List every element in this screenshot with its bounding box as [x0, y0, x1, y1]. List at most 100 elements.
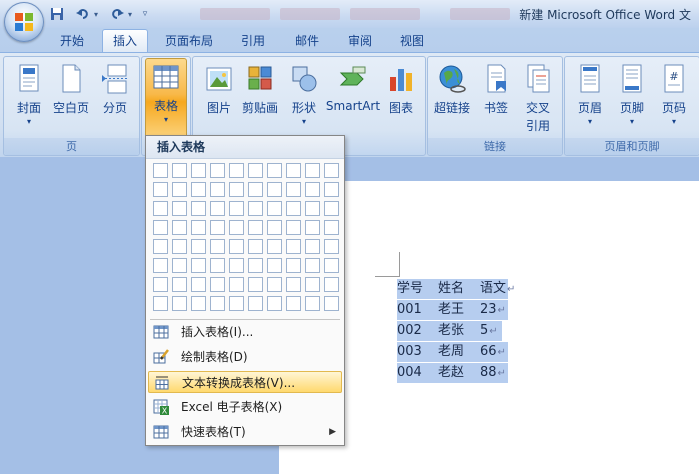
- office-button[interactable]: [4, 2, 44, 42]
- table-grid-cell[interactable]: [305, 163, 320, 178]
- excel-spreadsheet-item[interactable]: X Excel 电子表格(X): [148, 396, 342, 418]
- table-grid-cell[interactable]: [210, 201, 225, 216]
- redo-icon[interactable]: [108, 5, 126, 23]
- table-grid-cell[interactable]: [210, 239, 225, 254]
- table-grid-cell[interactable]: [286, 239, 301, 254]
- tab-home[interactable]: 开始: [50, 31, 94, 52]
- save-icon[interactable]: [48, 5, 66, 23]
- table-grid-cell[interactable]: [191, 258, 206, 273]
- table-grid-cell[interactable]: [267, 258, 282, 273]
- table-grid-cell[interactable]: [305, 182, 320, 197]
- table-grid-cell[interactable]: [229, 239, 244, 254]
- cross-reference-button[interactable]: 交叉 引用: [518, 61, 558, 133]
- table-grid-cell[interactable]: [324, 258, 339, 273]
- selected-text-row[interactable]: 学号 姓名 语文↵: [397, 279, 515, 299]
- table-grid-cell[interactable]: [229, 182, 244, 197]
- table-grid-cell[interactable]: [210, 182, 225, 197]
- selected-text-row[interactable]: 004 老赵 88↵: [397, 363, 508, 383]
- table-grid-cell[interactable]: [172, 182, 187, 197]
- selected-text-row[interactable]: 002 老张 5↵: [397, 321, 502, 341]
- table-grid-cell[interactable]: [153, 220, 168, 235]
- table-grid-cell[interactable]: [324, 239, 339, 254]
- table-grid-cell[interactable]: [267, 163, 282, 178]
- picture-button[interactable]: 图片: [199, 61, 239, 133]
- table-grid-cell[interactable]: [324, 182, 339, 197]
- tab-insert[interactable]: 插入: [102, 29, 149, 53]
- table-grid-cell[interactable]: [172, 239, 187, 254]
- table-grid-cell[interactable]: [248, 182, 263, 197]
- table-grid-cell[interactable]: [210, 277, 225, 292]
- undo-dropdown-icon[interactable]: ▾: [92, 5, 100, 23]
- hyperlink-button[interactable]: 超链接: [432, 61, 472, 133]
- table-button[interactable]: 表格 ▾: [145, 58, 187, 138]
- table-grid-cell[interactable]: [267, 182, 282, 197]
- table-grid-cell[interactable]: [172, 201, 187, 216]
- table-grid-cell[interactable]: [305, 220, 320, 235]
- quick-tables-item[interactable]: 快速表格(T) ▶: [148, 421, 342, 443]
- table-grid-cell[interactable]: [153, 239, 168, 254]
- customize-toolbar-icon[interactable]: ▿: [140, 5, 150, 23]
- redo-dropdown-icon[interactable]: ▾: [126, 5, 134, 23]
- table-grid-cell[interactable]: [305, 201, 320, 216]
- table-grid-cell[interactable]: [191, 220, 206, 235]
- table-grid-cell[interactable]: [229, 220, 244, 235]
- table-grid-cell[interactable]: [248, 220, 263, 235]
- table-size-grid[interactable]: [150, 163, 342, 315]
- table-grid-cell[interactable]: [248, 296, 263, 311]
- table-grid-cell[interactable]: [153, 163, 168, 178]
- table-grid-cell[interactable]: [172, 220, 187, 235]
- tab-references[interactable]: 引用: [231, 31, 275, 52]
- table-grid-cell[interactable]: [324, 296, 339, 311]
- table-grid-cell[interactable]: [172, 277, 187, 292]
- footer-button[interactable]: 页脚 ▾: [612, 61, 652, 133]
- table-grid-cell[interactable]: [324, 277, 339, 292]
- table-grid-cell[interactable]: [191, 182, 206, 197]
- table-grid-cell[interactable]: [172, 163, 187, 178]
- table-grid-cell[interactable]: [172, 258, 187, 273]
- table-grid-cell[interactable]: [267, 201, 282, 216]
- table-grid-cell[interactable]: [305, 296, 320, 311]
- draw-table-item[interactable]: 绘制表格(D): [148, 346, 342, 368]
- table-grid-cell[interactable]: [286, 201, 301, 216]
- table-grid-cell[interactable]: [324, 201, 339, 216]
- table-grid-cell[interactable]: [248, 201, 263, 216]
- selected-text-row[interactable]: 003 老周 66↵: [397, 342, 508, 362]
- table-grid-cell[interactable]: [248, 277, 263, 292]
- table-grid-cell[interactable]: [191, 163, 206, 178]
- clip-art-button[interactable]: 剪贴画: [240, 61, 280, 133]
- table-grid-cell[interactable]: [248, 258, 263, 273]
- tab-view[interactable]: 视图: [390, 31, 434, 52]
- table-grid-cell[interactable]: [267, 296, 282, 311]
- header-button[interactable]: 页眉 ▾: [570, 61, 610, 133]
- tab-review[interactable]: 审阅: [338, 31, 382, 52]
- table-grid-cell[interactable]: [153, 201, 168, 216]
- table-grid-cell[interactable]: [229, 201, 244, 216]
- table-grid-cell[interactable]: [229, 296, 244, 311]
- table-grid-cell[interactable]: [191, 201, 206, 216]
- table-grid-cell[interactable]: [267, 239, 282, 254]
- table-grid-cell[interactable]: [248, 239, 263, 254]
- smartart-button[interactable]: SmartArt: [326, 61, 380, 133]
- insert-table-item[interactable]: 插入表格(I)...: [148, 321, 342, 343]
- shapes-button[interactable]: 形状 ▾: [284, 61, 324, 133]
- table-grid-cell[interactable]: [153, 296, 168, 311]
- table-grid-cell[interactable]: [267, 220, 282, 235]
- table-grid-cell[interactable]: [191, 296, 206, 311]
- table-grid-cell[interactable]: [229, 163, 244, 178]
- table-grid-cell[interactable]: [286, 296, 301, 311]
- table-grid-cell[interactable]: [210, 258, 225, 273]
- table-grid-cell[interactable]: [286, 277, 301, 292]
- page-number-button[interactable]: # 页码 ▾: [654, 61, 694, 133]
- table-grid-cell[interactable]: [286, 258, 301, 273]
- convert-text-to-table-item[interactable]: 文本转换成表格(V)...: [148, 371, 342, 393]
- cover-page-button[interactable]: 封面 ▾: [9, 61, 49, 133]
- table-grid-cell[interactable]: [305, 239, 320, 254]
- table-grid-cell[interactable]: [286, 163, 301, 178]
- table-grid-cell[interactable]: [305, 277, 320, 292]
- page-break-button[interactable]: 分页: [95, 61, 135, 133]
- table-grid-cell[interactable]: [305, 258, 320, 273]
- table-grid-cell[interactable]: [191, 277, 206, 292]
- table-grid-cell[interactable]: [210, 296, 225, 311]
- table-grid-cell[interactable]: [210, 220, 225, 235]
- table-grid-cell[interactable]: [286, 220, 301, 235]
